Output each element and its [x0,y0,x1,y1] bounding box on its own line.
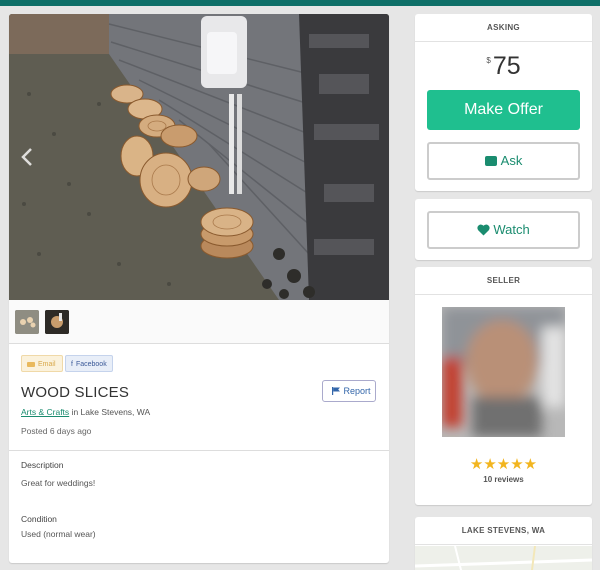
chevron-left-icon[interactable] [19,146,35,168]
rating-stars: ★★★★★ [469,456,538,473]
listing-title: WOOD SLICES [21,384,130,401]
location-text: in Lake Stevens, WA [71,407,151,417]
price-value: 75 [492,52,521,80]
thumbnail-1[interactable] [15,310,39,334]
category-link[interactable]: Arts & Crafts [21,407,69,417]
watch-label: Watch [493,222,530,237]
currency-symbol: $ [486,56,491,65]
seller-card: SELLER ★★★★★ 10 reviews [415,267,592,505]
thumbnail-2-image [45,310,69,334]
ask-label: Ask [500,153,523,168]
watch-button[interactable]: Watch [427,211,580,249]
thumbnail-strip [9,300,389,344]
map-illustration [415,545,592,570]
seller-header: SELLER [415,267,592,295]
listing-photo[interactable] [9,14,389,300]
seller-avatar-image [442,307,565,437]
top-bar [0,0,600,6]
thumbnail-1-image [15,310,39,334]
chat-bubble-icon [484,156,497,166]
location-card: LAKE STEVENS, WA [415,517,592,570]
report-label: Report [343,386,371,396]
description-text: Great for weddings! [21,478,96,488]
share-facebook-label: Facebook [75,361,107,368]
make-offer-button[interactable]: Make Offer [427,90,580,130]
category-line: Arts & Crafts in Lake Stevens, WA [21,407,150,417]
reviews-link[interactable]: 10 reviews [415,475,592,484]
envelope-icon [27,361,35,367]
divider [9,450,389,451]
posted-date: Posted 6 days ago [21,426,92,436]
seller-avatar[interactable] [442,307,565,437]
flag-icon [332,387,340,395]
report-button[interactable]: Report [322,380,376,402]
location-map[interactable] [415,545,592,570]
asking-price: $75 [415,52,592,81]
thumbnail-2[interactable] [45,310,69,334]
facebook-icon: f [71,361,73,368]
condition-text: Used (normal wear) [21,529,96,539]
condition-label: Condition [21,514,57,524]
share-email-button[interactable]: Email [21,355,63,372]
location-header: LAKE STEVENS, WA [415,517,592,545]
listing-card: Email f Facebook WOOD SLICES Report Arts … [9,14,389,563]
share-facebook-button[interactable]: f Facebook [65,355,113,372]
photo-illustration [9,14,389,300]
asking-header: ASKING [415,14,592,42]
share-email-label: Email [38,361,56,368]
heart-icon [477,224,490,236]
watch-card: Watch [415,199,592,260]
asking-card: ASKING $75 Make Offer Ask [415,14,592,191]
ask-button[interactable]: Ask [427,142,580,180]
description-label: Description [21,460,64,470]
